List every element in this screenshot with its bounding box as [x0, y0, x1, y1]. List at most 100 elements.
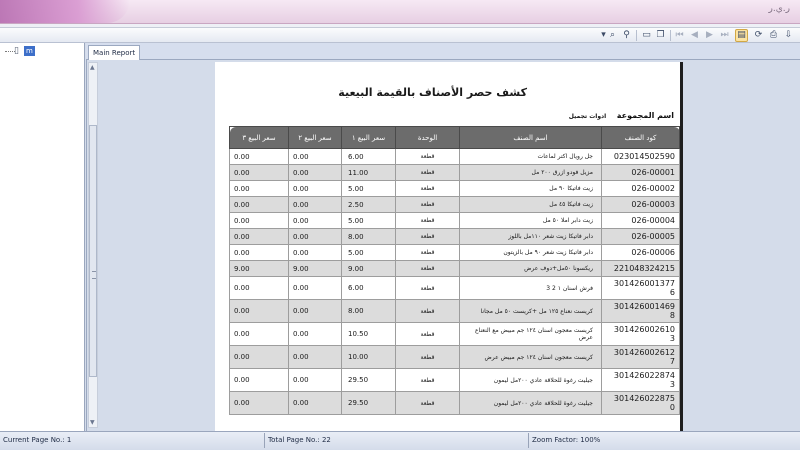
grip-icon — [92, 271, 96, 279]
document-icon: ▯ — [14, 46, 19, 56]
previous-page-icon[interactable]: ◀ — [688, 29, 701, 42]
item-code-line: 301426002612 — [613, 348, 675, 357]
unit-cell: قطعة — [395, 368, 460, 392]
price3-cell: 0.00 — [229, 299, 289, 323]
item-code-line: 7 — [669, 357, 675, 366]
item-code-line: 301426001377 — [613, 279, 675, 288]
copy-icon[interactable]: ❐ — [654, 29, 667, 42]
find-icon[interactable]: ⌕ — [606, 29, 619, 42]
price1-cell: 6.00 — [341, 276, 396, 300]
item-code-line: 6 — [669, 288, 675, 297]
table-row: 023014502590 جل رويال اكتر لماعات قطعة 6.00… — [229, 148, 680, 165]
price2-cell: 0.00 — [288, 212, 342, 229]
group-tree-panel: ▯ m — [0, 43, 85, 431]
item-name-cell: زيت دابر املا ٥٠ مل — [459, 212, 602, 229]
price3-cell: 0.00 — [229, 164, 289, 181]
print-icon[interactable]: ⎙ — [767, 29, 780, 42]
report-viewer: ▲ ▼ كشف حصر الأصناف بالقيمة البيعية اسم … — [86, 60, 800, 431]
table-header-row: كود الصنف اسم الصنف الوحدة سعر البيع ١ س… — [229, 126, 680, 149]
title-bar-decoration — [0, 0, 130, 23]
price1-cell: 6.00 — [341, 148, 396, 165]
prev-window-icon[interactable]: ▭ — [640, 29, 653, 42]
table-row: 301426022875 0 جيليت رغوة للحلاقة عادي ٢٠٠… — [229, 391, 680, 415]
price2-cell: 0.00 — [288, 196, 342, 213]
table-row: 026-00005 دابر فاتيكا زيت شعر ١١٠مل باللو… — [229, 228, 680, 245]
price1-cell: 5.00 — [341, 212, 396, 229]
item-code-line: 301426002610 — [613, 325, 675, 334]
item-name-cell: ريكسونا ٥٠مل+دوف عرض — [459, 260, 602, 277]
tree-node-root[interactable]: m — [24, 46, 35, 56]
table-row: 301426002610 3 كريست معجون اسنان ١٢٤ جم مب… — [229, 322, 680, 346]
export-icon[interactable]: ⇩ — [782, 29, 795, 42]
table-row: 026-00004 زيت دابر املا ٥٠ مل قطعة 5.00 0.00… — [229, 212, 680, 229]
price2-cell: 9.00 — [288, 260, 342, 277]
group-label: اسم المجموعة — [616, 111, 674, 120]
price1-cell: 10.00 — [341, 345, 396, 369]
item-code-cell: 301426022874 3 — [601, 368, 680, 392]
item-name-cell: جيليت رغوة للحلاقة عادي ٢٠٠مل ليمون — [459, 368, 602, 392]
table-row: 301426001377 6 فرش اسنان ١ 2 3 قطعة 6.00 0.00… — [229, 276, 680, 300]
item-code-cell: 301426002612 7 — [601, 345, 680, 369]
price2-cell: 0.00 — [288, 391, 342, 415]
price3-cell: 9.00 — [229, 260, 289, 277]
table-row: 026-00003 زيت فاتيكا ٤٥ مل قطعة 2.50 0.00 0.0… — [229, 196, 680, 213]
price1-cell: 11.00 — [341, 164, 396, 181]
item-code-line: 8 — [669, 311, 675, 320]
status-bar: Current Page No.: 1 Total Page No.: 22 Z… — [0, 431, 800, 450]
price1-cell: 5.00 — [341, 180, 396, 197]
item-name-cell: كريست معجون اسنان ١٢٤ جم مبيض عرض — [459, 345, 602, 369]
item-code-line: 301426022875 — [613, 394, 675, 403]
price3-cell: 0.00 — [229, 228, 289, 245]
price2-cell: 0.00 — [288, 180, 342, 197]
item-code-line: 301426022874 — [613, 371, 675, 380]
refresh-icon[interactable]: ⟳ — [752, 29, 765, 42]
unit-cell: قطعة — [395, 391, 460, 415]
item-code-cell: 301426001469 8 — [601, 299, 680, 323]
column-header: سعر البيع ٢ — [288, 126, 342, 149]
price2-cell: 0.00 — [288, 244, 342, 261]
price2-cell: 0.00 — [288, 345, 342, 369]
price3-cell: 0.00 — [229, 391, 289, 415]
price2-cell: 0.00 — [288, 164, 342, 181]
tab-main-report[interactable]: Main Report — [88, 45, 141, 60]
find-next-icon[interactable]: ⚲ — [620, 29, 633, 42]
scrollbar-thumb[interactable] — [89, 125, 97, 377]
price1-cell: 8.00 — [341, 299, 396, 323]
price2-cell: 0.00 — [288, 148, 342, 165]
item-code-line: 3 — [669, 380, 675, 389]
viewer-toolbar: ▾ ⌕ ⚲ ▭ ❐ ⏮ ◀ ▶ ⏭ ▤ ⟳ ⎙ ⇩ — [0, 28, 800, 43]
price3-cell: 0.00 — [229, 180, 289, 197]
item-code-cell: 026-00001 — [601, 164, 680, 181]
item-name-cell: زيت فاتيكا ٤٥ مل — [459, 196, 602, 213]
item-name-cell: دابر فاتيكا زيت شعر ٩٠ مل بالزيتون — [459, 244, 602, 261]
item-name-cell: زيت فاتيكا ٩٠ مل — [459, 180, 602, 197]
price3-cell: 0.00 — [229, 196, 289, 213]
item-code-cell: 026-00003 — [601, 196, 680, 213]
table-row: 301426001469 8 كريست نعناع ١٢٥ مل +كريست ٥… — [229, 299, 680, 323]
unit-cell: قطعة — [395, 148, 460, 165]
last-page-icon[interactable]: ⏭ — [718, 29, 731, 42]
table-row: 026-00002 زيت فاتيكا ٩٠ مل قطعة 5.00 0.00 0.0… — [229, 180, 680, 197]
table-row: 026-00001 مزيل فودو ازرق ٢٠٠ مل قطعة 11.00 0… — [229, 164, 680, 181]
table-row: 026-00006 دابر فاتيكا زيت شعر ٩٠ مل بالزي… — [229, 244, 680, 261]
price1-cell: 10.50 — [341, 322, 396, 346]
window-title: ر.ي.ر — [768, 4, 790, 14]
item-code-cell: 023014502590 — [601, 148, 680, 165]
price2-cell: 0.00 — [288, 228, 342, 245]
item-name-cell: جل رويال اكتر لماعات — [459, 148, 602, 165]
item-code-cell: 301426001377 6 — [601, 276, 680, 300]
vertical-scrollbar[interactable]: ▲ ▼ — [88, 62, 98, 428]
price1-cell: 8.00 — [341, 228, 396, 245]
group-value: ادوات تجميل — [568, 113, 607, 120]
unit-cell: قطعة — [395, 260, 460, 277]
page-setup-icon[interactable]: ▤ — [735, 29, 748, 42]
next-page-icon[interactable]: ▶ — [703, 29, 716, 42]
group-line: اسم المجموعة ادوات تجميل — [569, 111, 674, 120]
first-page-icon[interactable]: ⏮ — [673, 29, 686, 42]
price2-cell: 0.00 — [288, 368, 342, 392]
item-code-line: 301426001469 — [613, 302, 675, 311]
scroll-down-icon[interactable]: ▼ — [90, 419, 95, 426]
price2-cell: 0.00 — [288, 299, 342, 323]
scroll-up-icon[interactable]: ▲ — [90, 64, 95, 71]
item-code-cell: 301426022875 0 — [601, 391, 680, 415]
